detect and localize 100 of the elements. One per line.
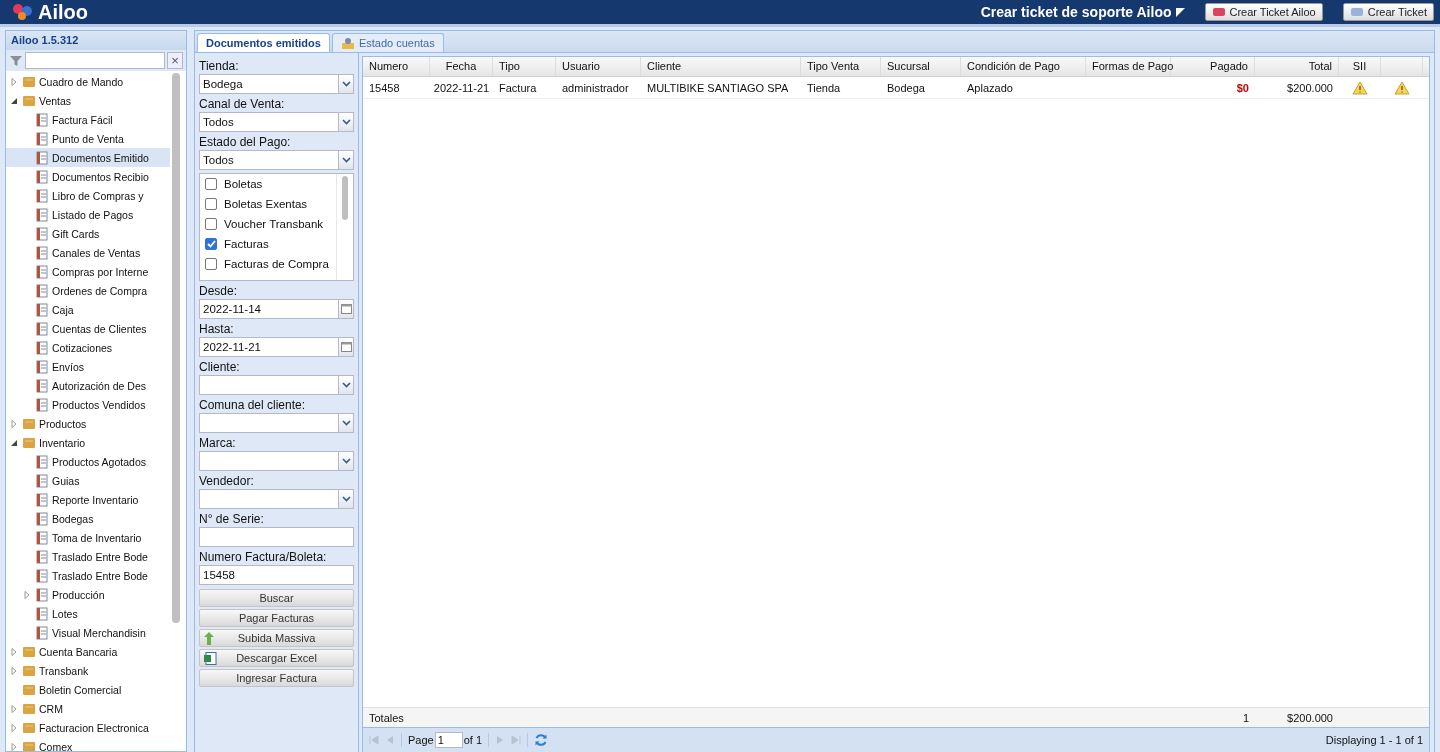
tree-item[interactable]: Transbank — [6, 661, 170, 680]
page-icon — [35, 207, 49, 222]
filter-icon — [9, 53, 23, 68]
scrollbar-thumb[interactable] — [172, 73, 180, 623]
previous-page-icon[interactable] — [385, 735, 395, 745]
tree-item[interactable]: Cuenta Bancaria — [6, 642, 170, 661]
column-header[interactable]: Numero — [363, 57, 430, 76]
tree-item[interactable]: Ventas — [6, 91, 170, 110]
tree-item[interactable]: Documentos Recibio — [6, 167, 170, 186]
column-header[interactable]: Formas de Pago — [1086, 57, 1171, 76]
totals-count: 1 — [1242, 711, 1249, 724]
page-count: of 1 — [463, 734, 483, 746]
dropdown[interactable] — [199, 489, 354, 509]
tree-item[interactable]: Factura Fácil — [6, 110, 170, 129]
last-page-icon[interactable] — [511, 735, 522, 745]
tree-item[interactable]: CRM — [6, 699, 170, 718]
tree-item[interactable]: Productos — [6, 414, 170, 433]
tree-item[interactable]: Guias — [6, 471, 170, 490]
action-button[interactable]: Descargar Excel — [199, 649, 354, 667]
date-field[interactable]: 2022-11-14 — [199, 299, 354, 319]
tab[interactable]: Documentos emitidos — [197, 33, 330, 52]
tree-item[interactable]: Facturacion Electronica — [6, 718, 170, 737]
column-header[interactable]: Sucursal — [881, 57, 961, 76]
tree-item[interactable]: Autorización de Des — [6, 376, 170, 395]
expand-icon[interactable] — [10, 704, 18, 713]
tree-item[interactable]: Lotes — [6, 604, 170, 623]
expand-icon[interactable] — [10, 666, 18, 675]
checkbox[interactable] — [205, 198, 217, 210]
warning-icon[interactable] — [1352, 80, 1368, 95]
column-header[interactable]: Tipo — [493, 57, 556, 76]
ticket-button[interactable]: Crear Ticket Ailoo — [1204, 3, 1323, 21]
dropdown[interactable] — [199, 451, 354, 471]
collapse-icon[interactable] — [10, 96, 18, 105]
column-header[interactable]: Condición de Pago — [961, 57, 1086, 76]
expand-icon[interactable] — [10, 647, 18, 656]
tree-item[interactable]: Reporte Inventario — [6, 490, 170, 509]
tree-item[interactable]: Visual Merchandisin — [6, 623, 170, 642]
tree-item[interactable]: Comex — [6, 737, 170, 751]
tree-item[interactable]: Toma de Inventario — [6, 528, 170, 547]
action-button[interactable]: Ingresar Factura — [199, 669, 354, 687]
tree-item[interactable]: Libro de Compras y — [6, 186, 170, 205]
dropdown[interactable] — [199, 413, 354, 433]
tree-item[interactable]: Cuadro de Mando — [6, 72, 170, 91]
input-field[interactable]: 15458 — [199, 565, 354, 585]
column-header[interactable]: SII — [1339, 57, 1381, 76]
tree-item[interactable]: Documentos Emitido — [6, 148, 170, 167]
column-header[interactable]: Cliente — [641, 57, 801, 76]
module-icon — [22, 701, 36, 716]
expand-icon[interactable] — [10, 742, 18, 751]
dropdown[interactable]: Todos — [199, 150, 354, 170]
support-link[interactable]: Crear ticket de soporte Ailoo — [980, 4, 1172, 20]
tab[interactable]: Estado cuentas — [331, 33, 444, 52]
tree-item[interactable]: Productos Vendidos — [6, 395, 170, 414]
column-header[interactable]: Fecha — [430, 57, 493, 76]
filter-field[interactable] — [25, 52, 165, 69]
tree-item[interactable]: Compras por Interne — [6, 262, 170, 281]
tree-item[interactable]: Gift Cards — [6, 224, 170, 243]
tree-item[interactable]: Punto de Venta — [6, 129, 170, 148]
field-label: Tienda: — [199, 58, 240, 74]
tree-item[interactable]: Canales de Ventas — [6, 243, 170, 262]
checkbox[interactable] — [205, 178, 217, 190]
date-field[interactable]: 2022-11-21 — [199, 337, 354, 357]
expand-icon[interactable] — [10, 419, 18, 428]
tree-item[interactable]: Traslado Entre Bode — [6, 566, 170, 585]
tree-item[interactable]: Boletin Comercial — [6, 680, 170, 699]
tree-item[interactable]: Inventario — [6, 433, 170, 452]
tree-item[interactable]: Cotizaciones — [6, 338, 170, 357]
checkbox[interactable] — [205, 258, 217, 270]
dropdown[interactable]: Todos — [199, 112, 354, 132]
warning-icon[interactable] — [1394, 80, 1410, 95]
tree-item[interactable]: Traslado Entre Bode — [6, 547, 170, 566]
clear-button[interactable]: × — [167, 52, 183, 69]
tree-item[interactable]: Listado de Pagos — [6, 205, 170, 224]
scrollbar-thumb[interactable] — [342, 176, 348, 220]
page-field[interactable]: 1 — [434, 732, 463, 748]
first-page-icon[interactable] — [369, 735, 379, 745]
tree-item[interactable]: Envíos — [6, 357, 170, 376]
checkbox[interactable] — [205, 238, 217, 250]
dropdown[interactable]: Bodega — [199, 74, 354, 94]
dropdown[interactable] — [199, 375, 354, 395]
column-header[interactable]: Tipo Venta — [801, 57, 881, 76]
action-button[interactable]: Buscar — [199, 589, 354, 607]
tree-item[interactable]: Producción — [6, 585, 170, 604]
tree-item[interactable]: Ordenes de Compra — [6, 281, 170, 300]
tree-item[interactable]: Productos Agotados — [6, 452, 170, 471]
tree-item[interactable]: Cuentas de Clientes — [6, 319, 170, 338]
column-header[interactable]: Usuario — [556, 57, 641, 76]
action-button[interactable]: Subida Massiva — [199, 629, 354, 647]
tree-item[interactable]: Caja — [6, 300, 170, 319]
expand-icon[interactable] — [23, 590, 31, 599]
refresh-icon[interactable] — [534, 733, 549, 747]
checkbox[interactable] — [205, 218, 217, 230]
action-button[interactable]: Pagar Facturas — [199, 609, 354, 627]
expand-icon[interactable] — [10, 723, 18, 732]
collapse-icon[interactable] — [10, 438, 18, 447]
input-field[interactable] — [199, 527, 354, 547]
expand-icon[interactable] — [10, 77, 18, 86]
tree-item[interactable]: Bodegas — [6, 509, 170, 528]
ticket-button[interactable]: Crear Ticket — [1342, 3, 1434, 21]
column-header[interactable]: Total — [1255, 57, 1339, 76]
